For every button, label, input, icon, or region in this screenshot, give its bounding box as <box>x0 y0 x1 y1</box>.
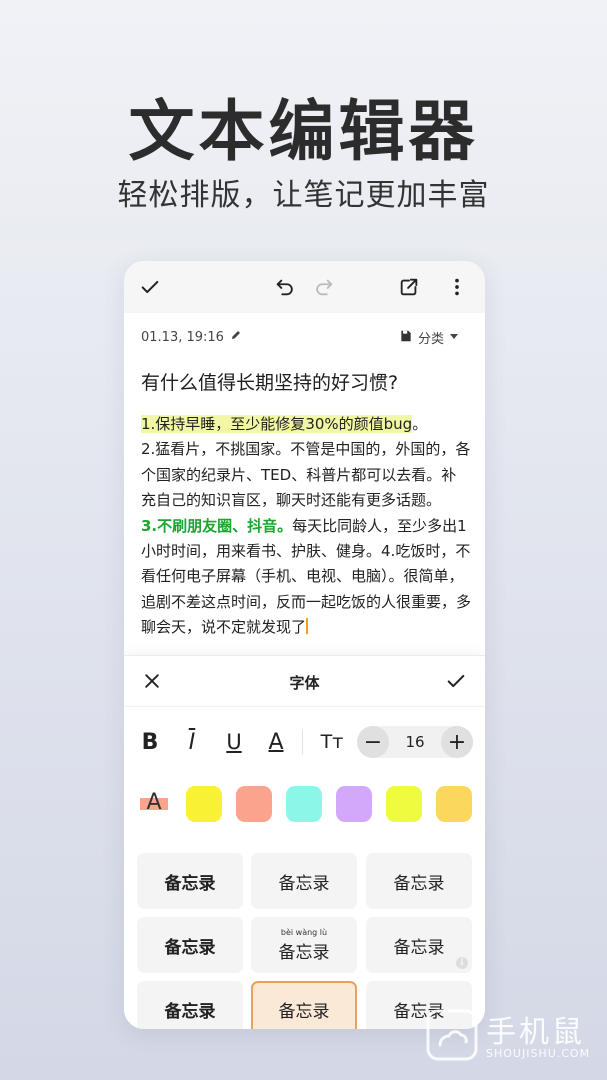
font-option-1[interactable]: 备忘录 <box>137 853 243 909</box>
text-size-icon: Tт <box>320 731 344 753</box>
watermark-brand: 手机鼠 <box>486 1015 585 1050</box>
bold-button[interactable]: B <box>136 728 164 756</box>
note-timestamp: 01.13, 19:16 <box>141 329 224 345</box>
hero-title: 文本编辑器 <box>128 93 479 170</box>
font-option-6[interactable]: 备忘录 ↓ <box>366 917 472 973</box>
font-color-button[interactable]: A <box>262 728 290 756</box>
panel-divider <box>124 706 485 707</box>
font-size-value: 16 <box>405 733 425 751</box>
category-label: 分类 <box>417 332 444 347</box>
font-size-stepper: − 16 + <box>357 726 473 758</box>
font-option-5[interactable]: bèi wàng lù 备忘录 <box>251 917 357 973</box>
swatch-gold[interactable] <box>436 786 472 822</box>
underline-button[interactable]: U <box>220 728 248 756</box>
pinyin-label: bèi wàng lù <box>280 927 328 937</box>
swatch-salmon[interactable] <box>236 786 272 822</box>
increase-size-button[interactable]: + <box>441 726 473 758</box>
font-option-6-label: 备忘录 <box>393 937 445 958</box>
confirm-icon[interactable] <box>444 669 468 693</box>
toolbar-separator <box>302 730 303 754</box>
editor-toolbar <box>124 261 485 313</box>
edit-time-icon[interactable] <box>230 329 242 345</box>
swatch-lime[interactable] <box>386 786 422 822</box>
font-option-4[interactable]: 备忘录 <box>137 917 243 973</box>
text-cursor <box>306 618 309 635</box>
highlight-end: 。 <box>412 415 428 433</box>
check-icon[interactable] <box>138 275 162 299</box>
hero-subtitle: 轻松排版，让笔记更加丰富 <box>117 178 490 213</box>
highlight-color-icon[interactable]: A <box>140 790 168 818</box>
watermark: 手机鼠 SHOUJISHU.COM <box>424 1005 604 1065</box>
font-panel: 字体 B I U A Tт − 16 + A 备忘录 备忘录 备忘录 备忘录 b… <box>124 655 485 1029</box>
font-option-8[interactable]: 备忘录 <box>251 981 357 1029</box>
undo-icon[interactable] <box>273 275 297 299</box>
swatch-yellow[interactable] <box>186 786 222 822</box>
watermark-url: SHOUJISHU.COM <box>486 1047 591 1060</box>
font-panel-title: 字体 <box>289 674 320 692</box>
highlight-color-label: A <box>146 790 162 815</box>
caret-down-icon <box>449 330 459 345</box>
font-option-7[interactable]: 备忘录 <box>137 981 243 1029</box>
share-icon[interactable] <box>397 275 421 299</box>
phone-screen: 01.13, 19:16 分类 有什么值得长期坚持的好习惯? 1.保持早睡，至少… <box>124 261 485 1029</box>
swatch-lavender[interactable] <box>336 786 372 822</box>
watermark-logo-icon <box>426 1009 478 1061</box>
font-option-5-label: 备忘录 <box>278 942 330 963</box>
download-icon: ↓ <box>456 957 468 969</box>
highlighted-text: 1.保持早睡，至少能修复30%的颜值bug <box>141 415 413 433</box>
note-meta: 01.13, 19:16 <box>141 329 242 345</box>
folder-icon <box>399 329 413 347</box>
paragraph-2: 2.猛看片，不挑国家。不管是中国的，外国的，各个国家的纪录片、TED、科普片都可… <box>141 440 471 510</box>
green-bold-text: 3.不刷朋友圈、抖音。 <box>141 516 293 535</box>
note-body[interactable]: 1.保持早睡，至少能修复30%的颜值bug。 2.猛看片，不挑国家。不管是中国的… <box>141 412 471 641</box>
redo-icon[interactable] <box>312 275 336 299</box>
swatch-cyan[interactable] <box>286 786 322 822</box>
font-panel-header: 字体 <box>124 656 485 706</box>
decrease-size-button[interactable]: − <box>357 726 389 758</box>
font-option-2[interactable]: 备忘录 <box>251 853 357 909</box>
category-selector[interactable]: 分类 <box>399 328 459 347</box>
italic-button[interactable]: I <box>178 728 206 756</box>
more-icon[interactable] <box>445 275 469 299</box>
font-option-3[interactable]: 备忘录 <box>366 853 472 909</box>
note-title[interactable]: 有什么值得长期坚持的好习惯? <box>141 368 398 395</box>
